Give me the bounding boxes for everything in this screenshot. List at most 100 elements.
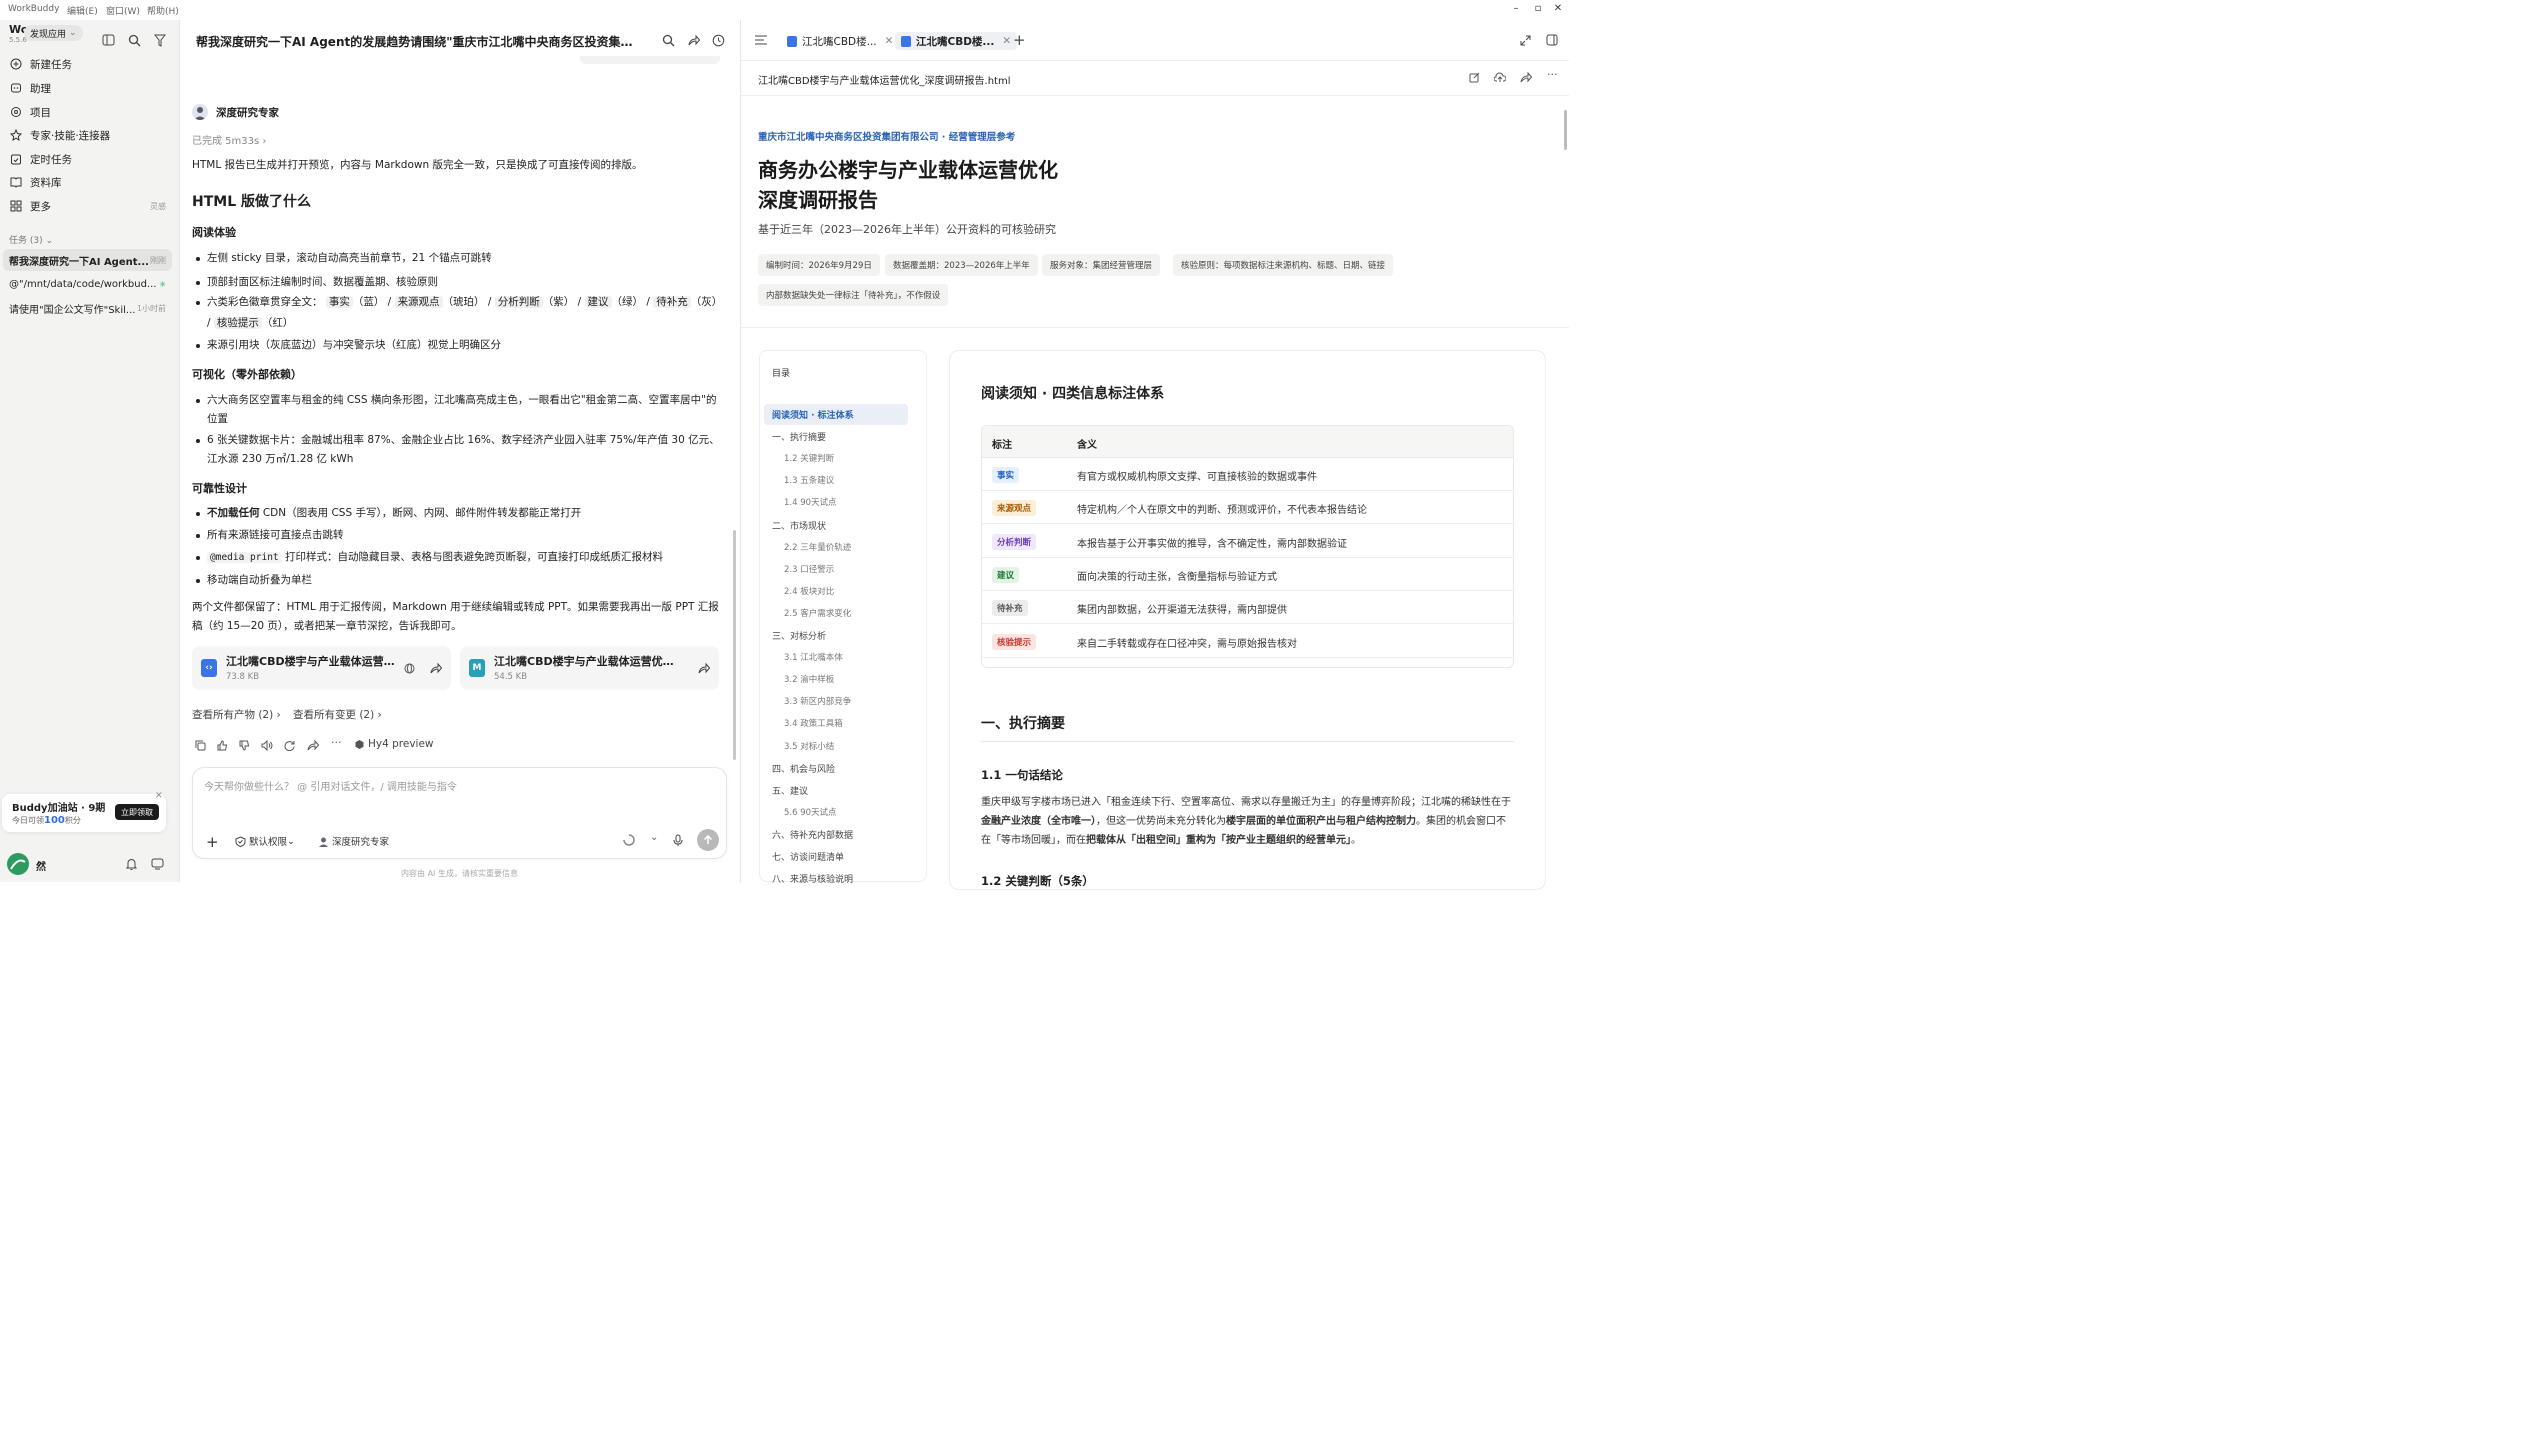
task-item[interactable]: 帮我深度研究一下AI Agent... 刚刚 — [3, 249, 172, 271]
menu-icon[interactable] — [755, 35, 767, 45]
toc-item[interactable]: 2.2 三年量价轨迹 — [784, 541, 851, 553]
microphone-icon[interactable] — [673, 834, 683, 846]
history-icon[interactable] — [712, 34, 725, 47]
share-icon[interactable] — [429, 662, 442, 675]
search-icon[interactable] — [662, 34, 675, 47]
expert-icon — [8, 127, 24, 143]
sidebar-toggle-icon[interactable] — [102, 34, 115, 46]
upload-icon[interactable] — [1494, 72, 1506, 83]
task-status[interactable]: 已完成 5m33s › — [192, 132, 266, 147]
close-icon[interactable]: ✕ — [155, 791, 163, 801]
edit-icon[interactable] — [1469, 72, 1480, 83]
sidebar-item-schedule[interactable]: 定时任务 — [8, 148, 172, 170]
menu-window[interactable]: 窗口(W) — [106, 4, 140, 17]
message-icon[interactable] — [151, 858, 164, 870]
toc-item[interactable]: 阅读须知 · 标注体系 — [764, 404, 908, 425]
agent-selector[interactable]: 深度研究专家 — [318, 834, 389, 848]
avatar[interactable] — [7, 853, 29, 875]
regenerate-icon[interactable] — [284, 740, 295, 751]
toc-item[interactable]: 1.4 90天试点 — [784, 496, 837, 508]
file-card-html[interactable]: ‹› 江北嘴CBD楼宇与产业载体运营优... 73.8 KB — [192, 646, 451, 690]
sidebar-item-project[interactable]: 项目 — [8, 101, 172, 123]
maximize-icon[interactable]: ▫ — [1530, 3, 1546, 14]
filter-icon[interactable] — [154, 34, 166, 47]
sidebar-item-new-task[interactable]: 新建任务 — [8, 53, 172, 75]
copy-icon[interactable] — [195, 740, 206, 751]
more-options-icon[interactable]: ··· — [331, 736, 342, 749]
bell-icon[interactable] — [126, 858, 137, 870]
share-icon[interactable] — [697, 662, 710, 675]
close-window-icon[interactable]: ✕ — [1550, 3, 1566, 14]
speaker-icon[interactable] — [261, 740, 273, 751]
toc-item[interactable]: 3.5 对标小结 — [784, 740, 834, 752]
label-badge: 事实 — [992, 467, 1020, 483]
promo-claim-button[interactable]: 立即领取 — [115, 804, 159, 820]
share-icon[interactable] — [1520, 72, 1532, 83]
list-item: 所有来源链接可直接点击跳转 — [196, 526, 726, 545]
close-tab-icon[interactable]: ✕ — [1002, 35, 1011, 47]
menu-edit[interactable]: 编辑(E) — [67, 4, 98, 17]
view-artifacts-link[interactable]: 查看所有产物 (2) › — [192, 707, 281, 722]
task-item[interactable]: @"/mnt/data/code/workbud... ✳ — [3, 273, 172, 295]
sidebar-item-library[interactable]: 资料库 — [8, 171, 172, 193]
toc-item[interactable]: 2.5 客户需求变化 — [784, 607, 851, 619]
tab-report-1[interactable]: 江北嘴CBD楼... ✕ — [781, 32, 899, 50]
arrow-up-icon — [703, 835, 713, 844]
minimize-icon[interactable]: – — [1508, 3, 1524, 14]
preview-globe-icon[interactable] — [404, 663, 415, 674]
view-changes-link[interactable]: 查看所有变更 (2) › — [293, 707, 382, 722]
scrollbar[interactable] — [1564, 110, 1567, 150]
thumbs-down-icon[interactable] — [239, 740, 250, 751]
promo-sub: 今日可领100积分 — [12, 815, 81, 826]
permission-selector[interactable]: 默认权限 ⌄ — [235, 834, 295, 848]
toc-item[interactable]: 2.3 口径警示 — [784, 563, 834, 575]
toc-item[interactable]: 3.4 政策工具箱 — [784, 717, 843, 729]
toc-item[interactable]: 七、访谈问题清单 — [772, 850, 844, 863]
sidebar-item-assistant[interactable]: 助理 — [8, 77, 172, 99]
thumbs-up-icon[interactable] — [217, 740, 228, 751]
agent-name: 深度研究专家 — [216, 107, 279, 119]
project-icon — [8, 104, 24, 120]
chevron-down-icon[interactable]: ⌄ — [650, 832, 658, 843]
chat-input[interactable]: 今天帮你做些什么？ @ 引用对话文件，/ 调用技能与指令 — [204, 778, 457, 793]
toc-item[interactable]: 3.3 新区内部竞争 — [784, 695, 851, 707]
toc-item[interactable]: 八、来源与核验说明 — [772, 872, 853, 885]
send-button[interactable] — [697, 829, 719, 851]
task-item[interactable]: 请使用"国企公文写作"Skil... 1小时前 — [3, 297, 172, 319]
toc-item[interactable]: 1.2 关键判断 — [784, 452, 834, 464]
new-tab-icon[interactable]: + — [1013, 31, 1026, 49]
tasks-header-label: 任务 (3) — [9, 236, 43, 246]
toc-item[interactable]: 四、机会与风险 — [772, 762, 835, 775]
toc-item[interactable]: 1.3 五条建议 — [784, 474, 834, 486]
file-card-markdown[interactable]: M 江北嘴CBD楼宇与产业载体运营优化_... 54.5 KB — [460, 646, 719, 690]
toc-item[interactable]: 5.6 90天试点 — [784, 806, 837, 818]
close-tab-icon[interactable]: ✕ — [885, 35, 894, 47]
table-row: 待补充 集团内部数据，公开渠道无法获得，需内部提供 — [982, 591, 1513, 625]
scrollbar[interactable] — [733, 530, 736, 760]
share-icon[interactable] — [307, 740, 319, 751]
menu-help[interactable]: 帮助(H) — [147, 4, 179, 17]
toc-item[interactable]: 3.2 渝中样板 — [784, 673, 834, 685]
label-description: 来自二手转载或存在口径冲突，需与原始报告核对 — [1077, 638, 1297, 650]
toc-item[interactable]: 三、对标分析 — [772, 629, 826, 642]
toc-item[interactable]: 2.4 板块对比 — [784, 585, 834, 597]
file-name: 江北嘴CBD楼宇与产业载体运营优化_... — [494, 655, 682, 668]
expand-icon[interactable] — [1520, 35, 1531, 46]
sidebar-item-more[interactable]: 更多 灵感 — [8, 195, 172, 217]
toc-item[interactable]: 二、市场现状 — [772, 519, 826, 532]
search-icon[interactable] — [128, 34, 141, 47]
panel-toggle-icon[interactable] — [1546, 34, 1558, 46]
more-options-icon[interactable]: ··· — [1547, 68, 1558, 81]
closing-text: 两个文件都保留了：HTML 用于汇报传阅，Markdown 用于继续编辑或转成 … — [192, 601, 719, 632]
toc-item[interactable]: 六、待补充内部数据 — [772, 828, 853, 841]
add-attachment-icon[interactable]: + — [206, 833, 219, 851]
tasks-header[interactable]: 任务 (3) ⌄ — [9, 233, 53, 246]
toc-item[interactable]: 五、建议 — [772, 784, 808, 797]
discover-apps-button[interactable]: 发现应用 ⌄ — [24, 25, 83, 41]
sidebar-item-expert[interactable]: 专家·技能·连接器 — [8, 124, 172, 146]
toc-item[interactable]: 3.1 江北嘴本体 — [784, 651, 843, 663]
tab-report-2[interactable]: 江北嘴CBD楼... ✕ — [895, 32, 1018, 50]
toc-item[interactable]: 一、执行摘要 — [772, 430, 826, 443]
share-icon[interactable] — [687, 34, 700, 47]
loading-spinner-icon: ✳ — [159, 279, 166, 289]
